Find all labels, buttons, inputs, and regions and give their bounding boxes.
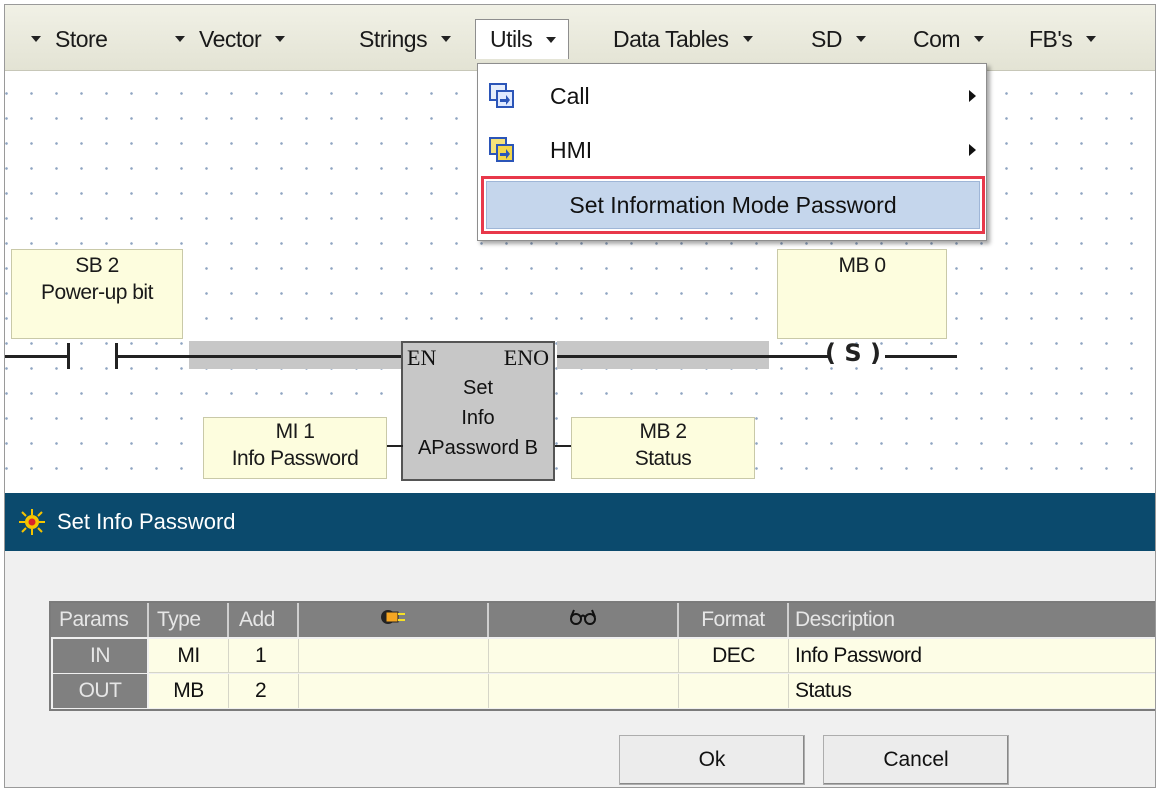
cell-description[interactable]: Status [789,674,1155,708]
utils-dropdown-menu: Call HMI Set Information Mode Password [477,63,987,241]
input-operand-box[interactable]: MI 1 Info Password [203,417,387,479]
dropdown-arrow-icon [275,36,286,42]
submenu-arrow-icon [969,144,976,156]
row-param-in: IN [53,639,147,673]
rung-line [118,355,190,358]
menu-item-hmi[interactable]: HMI [478,124,986,176]
block-label-1: Set [462,377,494,399]
cell-glasses[interactable] [489,674,679,708]
en-pin: EN [407,345,437,370]
column-header-description: Description [789,603,1155,637]
dropdown-arrow-icon [855,36,866,42]
cell-add[interactable]: 1 [229,639,299,673]
rung-line [189,355,403,358]
input-operand-description: Info Password [231,447,359,470]
hmi-icon [488,136,516,164]
cell-type[interactable]: MI [149,639,229,673]
cell-plug[interactable] [299,639,489,673]
menu-utils[interactable]: Utils [475,19,570,59]
contact-operand-box[interactable]: SB 2 Power-up bit [11,249,183,339]
menu-item-set-information-mode-password[interactable]: Set Information Mode Password [486,181,980,229]
contact-operand-address: SB 2 [75,254,119,277]
block-label-2: Info [461,407,495,429]
contact-left-bar [67,343,70,369]
rung-line [5,355,67,358]
coil-operand-box[interactable]: MB 0 [777,249,947,339]
submenu-arrow-icon [969,90,976,102]
menu-sd[interactable]: SD [811,19,866,59]
block-pins-label: APassword B [417,437,539,459]
input-operand-address: MI 1 [275,420,315,443]
row-param-out: OUT [53,674,147,708]
call-icon [488,82,516,110]
dropdown-arrow-icon [441,36,452,42]
plug-icon [378,605,408,635]
ok-button[interactable]: Ok [619,735,805,785]
menu-data-tables[interactable]: Data Tables [613,19,753,59]
dropdown-arrow-icon [175,36,185,42]
cell-format[interactable]: DEC [679,639,789,673]
menu-com[interactable]: Com [913,19,985,59]
parameters-table: Params Type Add Format Description IN MI… [49,601,1155,711]
cell-format[interactable] [679,674,789,708]
contact-operand-description: Power-up bit [41,281,153,304]
app-window: Store Vector Strings Utils Data Tables S… [4,4,1156,788]
output-operand-box[interactable]: MB 2 Status [571,417,755,479]
dialog-title-bar: Set Info Password [5,493,1155,551]
cell-glasses[interactable] [489,639,679,673]
coil-operand-address: MB 0 [838,254,886,277]
menu-bar: Store Vector Strings Utils Data Tables S… [5,5,1155,71]
highlight-outline: Set Information Mode Password [481,176,985,234]
menu-item-call[interactable]: Call [478,70,986,122]
function-icon [17,507,47,537]
set-info-password-block[interactable]: EN ENO Set Info APassword B [401,341,555,481]
dialog-body: Params Type Add Format Description IN MI… [5,551,1155,787]
column-header-format: Format [679,603,789,637]
output-wire [555,445,571,447]
menu-fbs[interactable]: FB's [1029,19,1097,59]
dropdown-arrow-icon [974,36,985,42]
eno-pin: ENO [503,345,549,370]
column-header-params: Params [51,603,149,637]
column-header-plug [299,603,489,637]
cell-description[interactable]: Info Password [789,639,1155,673]
cancel-button[interactable]: Cancel [823,735,1009,785]
dropdown-arrow-icon [31,36,41,42]
cell-type[interactable]: MB [149,674,229,708]
table-row[interactable]: MB 2 Status [149,674,1155,708]
dialog-title: Set Info Password [57,509,236,534]
dropdown-arrow-icon [1086,36,1097,42]
rung-line [885,355,957,358]
rung-line [557,355,829,358]
dropdown-arrow-icon [546,36,557,43]
glasses-icon [568,607,598,633]
output-operand-address: MB 2 [639,420,687,443]
output-operand-description: Status [634,447,692,470]
column-header-type: Type [149,603,229,637]
table-row[interactable]: MI 1 DEC Info Password [149,639,1155,673]
menu-strings[interactable]: Strings [359,19,452,59]
cell-plug[interactable] [299,674,489,708]
input-wire [387,445,403,447]
column-header-add: Add [229,603,299,637]
dropdown-arrow-icon [742,36,753,42]
cell-add[interactable]: 2 [229,674,299,708]
column-header-glasses [489,603,679,637]
menu-vector[interactable]: Vector [175,19,286,59]
set-coil[interactable]: ( S ) [825,339,881,367]
menu-store[interactable]: Store [31,19,108,59]
